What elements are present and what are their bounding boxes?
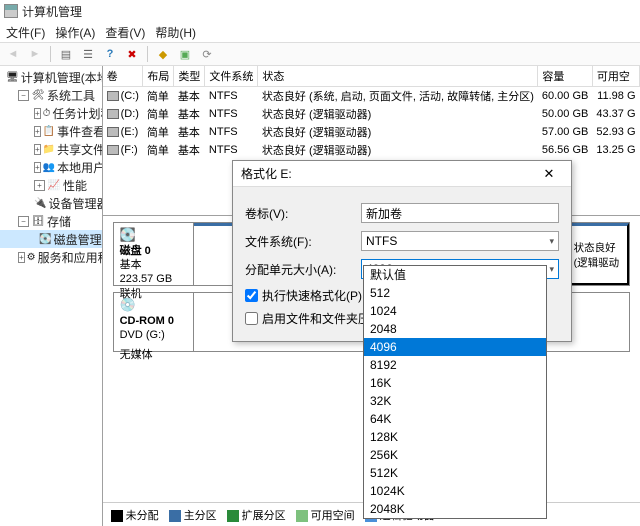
format-dialog: 格式化 E: ✕ 卷标(V): 文件系统(F): NTFS ▾ 分配单元大小(A… — [232, 160, 572, 342]
col-free[interactable]: 可用空 — [592, 66, 639, 87]
col-layout[interactable]: 布局 — [143, 66, 174, 87]
expand-icon[interactable]: + — [34, 108, 41, 119]
expand-icon[interactable]: + — [34, 144, 41, 155]
users-icon: 👥 — [43, 160, 55, 174]
tree-systools[interactable]: −🛠系统工具 — [0, 86, 102, 104]
table-row[interactable]: (D:)简单基本NTFS状态良好 (逻辑驱动器)50.00 GB43.37 G — [103, 105, 640, 123]
alloc-option[interactable]: 512K — [364, 464, 546, 482]
refresh-icon[interactable]: ⟳ — [198, 45, 216, 63]
dialog-title: 格式化 E: — [241, 165, 292, 182]
menu-file[interactable]: 文件(F) — [6, 24, 45, 41]
separator — [50, 46, 51, 62]
back-icon: ◄ — [4, 45, 22, 63]
tree-devmgr[interactable]: 🔌设备管理器 — [0, 194, 102, 212]
tree-performance[interactable]: +📈性能 — [0, 176, 102, 194]
log-icon: 📋 — [43, 124, 55, 138]
table-row[interactable]: (C:)简单基本NTFS状态良好 (系统, 启动, 页面文件, 活动, 故障转储… — [103, 87, 640, 106]
help-icon[interactable]: ? — [101, 45, 119, 63]
separator — [147, 46, 148, 62]
col-status[interactable]: 状态 — [258, 66, 538, 87]
alloc-option[interactable]: 64K — [364, 410, 546, 428]
alloc-option[interactable]: 4096 — [364, 338, 546, 356]
close-icon[interactable]: ✕ — [535, 164, 563, 184]
device-icon: 🔌 — [34, 196, 46, 210]
tree-scheduler[interactable]: +⏱任务计划程序 — [0, 104, 102, 122]
col-volume[interactable]: 卷 — [103, 66, 143, 87]
window-title: 计算机管理 — [22, 3, 82, 20]
computer-icon: 🖥 — [6, 70, 19, 84]
col-type[interactable]: 类型 — [174, 66, 205, 87]
share-icon: 📁 — [43, 142, 55, 156]
toolbar: ◄ ► ▤ ☰ ? ✖ ◆ ▣ ⟳ — [0, 42, 640, 66]
chevron-down-icon: ▾ — [549, 236, 554, 247]
title-bar: 计算机管理 — [0, 0, 640, 22]
tree-toggle-icon[interactable]: ▤ — [57, 45, 75, 63]
volume-label-input[interactable] — [361, 203, 559, 223]
alloc-size-dropdown: 默认值512102420484096819216K32K64K128K256K5… — [363, 265, 547, 519]
alloc-option[interactable]: 2048 — [364, 320, 546, 338]
storage-icon: 🗄 — [31, 214, 45, 228]
action-icon[interactable]: ◆ — [154, 45, 172, 63]
alloc-option[interactable]: 1024K — [364, 482, 546, 500]
app-icon — [4, 4, 18, 18]
table-row[interactable]: (E:)简单基本NTFS状态良好 (逻辑驱动器)57.00 GB52.93 G — [103, 123, 640, 141]
chevron-down-icon: ▾ — [549, 264, 554, 275]
tree-services[interactable]: +⚙服务和应用程序 — [0, 248, 102, 266]
collapse-icon[interactable]: − — [18, 216, 29, 227]
tree-sharedfolders[interactable]: +📁共享文件夹 — [0, 140, 102, 158]
volume-label-label: 卷标(V): — [245, 205, 361, 222]
alloc-option[interactable]: 32K — [364, 392, 546, 410]
clock-icon: ⏱ — [43, 106, 51, 120]
menu-help[interactable]: 帮助(H) — [155, 24, 196, 41]
disk-icon: 💽 — [39, 232, 51, 246]
menu-view[interactable]: 查看(V) — [105, 24, 145, 41]
forward-icon: ► — [26, 45, 44, 63]
alloc-option[interactable]: 256K — [364, 446, 546, 464]
action2-icon[interactable]: ▣ — [176, 45, 194, 63]
alloc-option[interactable]: 默认值 — [364, 266, 546, 284]
menu-bar: 文件(F) 操作(A) 查看(V) 帮助(H) — [0, 22, 640, 42]
filesystem-select[interactable]: NTFS ▾ — [361, 231, 559, 251]
tree-diskmgmt[interactable]: 💽磁盘管理 — [0, 230, 102, 248]
filesystem-label: 文件系统(F): — [245, 233, 361, 250]
services-icon: ⚙ — [27, 250, 36, 264]
tree-eventviewer[interactable]: +📋事件查看器 — [0, 122, 102, 140]
alloc-option[interactable]: 8192 — [364, 356, 546, 374]
alloc-size-label: 分配单元大小(A): — [245, 261, 361, 278]
collapse-icon[interactable]: − — [18, 90, 29, 101]
expand-icon[interactable]: + — [34, 162, 41, 173]
menu-action[interactable]: 操作(A) — [55, 24, 95, 41]
tools-icon: 🛠 — [31, 88, 45, 102]
cdrom-header[interactable]: 💿 CD-ROM 0 DVD (G:) 无媒体 — [113, 292, 193, 352]
alloc-option[interactable]: 512 — [364, 284, 546, 302]
alloc-option[interactable]: 2048K — [364, 500, 546, 518]
alloc-option[interactable]: 16K — [364, 374, 546, 392]
col-capacity[interactable]: 容量 — [538, 66, 592, 87]
nav-tree: 🖥计算机管理(本地) −🛠系统工具 +⏱任务计划程序 +📋事件查看器 +📁共享文… — [0, 66, 103, 526]
alloc-option[interactable]: 1024 — [364, 302, 546, 320]
col-fs[interactable]: 文件系统 — [205, 66, 258, 87]
tree-storage[interactable]: −🗄存储 — [0, 212, 102, 230]
expand-icon[interactable]: + — [34, 126, 41, 137]
tree-root[interactable]: 🖥计算机管理(本地) — [0, 68, 102, 86]
alloc-option[interactable]: 128K — [364, 428, 546, 446]
dialog-title-bar[interactable]: 格式化 E: ✕ — [233, 161, 571, 187]
delete-icon[interactable]: ✖ — [123, 45, 141, 63]
properties-icon[interactable]: ☰ — [79, 45, 97, 63]
table-row[interactable]: (F:)简单基本NTFS状态良好 (逻辑驱动器)56.56 GB13.25 G — [103, 141, 640, 159]
perf-icon: 📈 — [47, 178, 61, 192]
disk-0-header[interactable]: 💽 磁盘 0 基本 223.57 GB 联机 — [113, 222, 193, 286]
tree-localusers[interactable]: +👥本地用户和组 — [0, 158, 102, 176]
expand-icon[interactable]: + — [34, 180, 45, 191]
expand-icon[interactable]: + — [18, 252, 25, 263]
